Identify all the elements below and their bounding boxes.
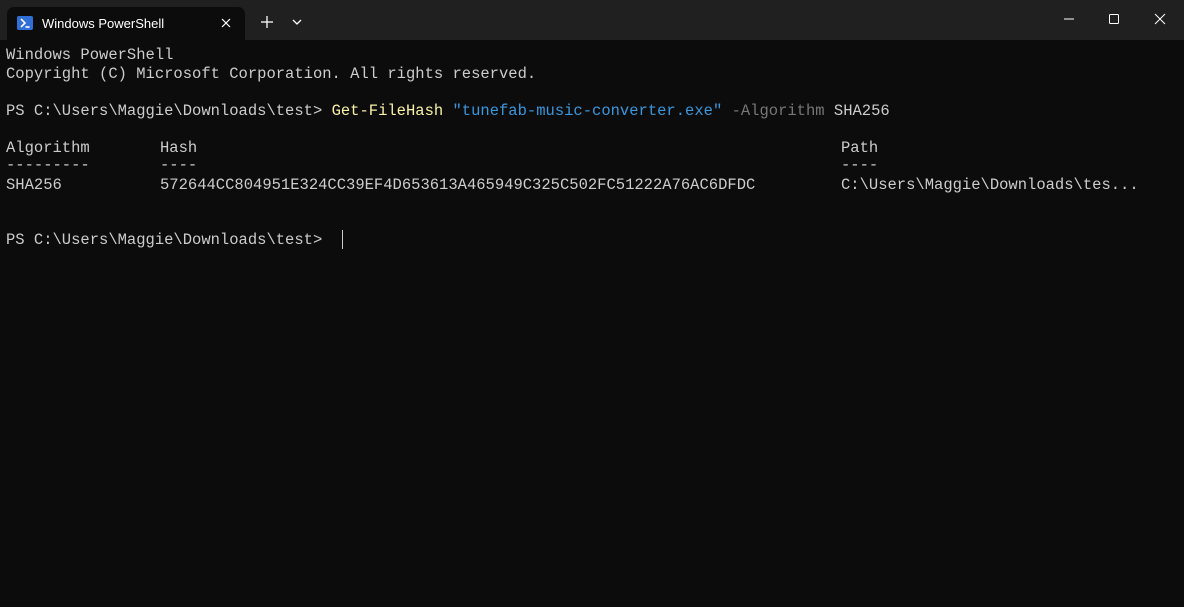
copyright-line: Copyright (C) Microsoft Corporation. All… [6,65,537,83]
prompt: PS C:\Users\Maggie\Downloads\test> [6,102,332,120]
new-tab-button[interactable] [255,10,279,34]
minimize-button[interactable] [1046,0,1092,38]
command-parameter: -Algorithm [731,102,825,120]
title-bar: Windows PowerShell [0,0,1184,40]
table-underline-algorithm: --------- [6,156,90,174]
tab-windows-powershell[interactable]: Windows PowerShell [7,7,245,40]
command-parameter-value: SHA256 [833,102,890,120]
tab-title: Windows PowerShell [42,16,165,31]
powershell-icon [17,16,33,30]
command-line: PS C:\Users\Maggie\Downloads\test> Get-F… [6,102,890,121]
prompt-line: PS C:\Users\Maggie\Downloads\test> [6,231,332,249]
table-cell-path: C:\Users\Maggie\Downloads\tes... [841,176,1139,194]
table-cell-algorithm: SHA256 [6,176,62,194]
table-cell-hash: 572644CC804951E324CC39EF4D653613A465949C… [160,176,756,194]
window-close-button[interactable] [1137,0,1183,38]
maximize-icon [1109,14,1119,24]
terminal-output[interactable]: Windows PowerShell Copyright (C) Microso… [0,40,1184,607]
maximize-button[interactable] [1091,0,1137,38]
chevron-down-icon [292,19,302,25]
command-argument: "tunefab-music-converter.exe" [452,102,723,120]
table-underline-path: ---- [841,156,879,174]
minimize-icon [1064,18,1074,20]
close-icon [1154,13,1166,25]
close-icon[interactable] [217,14,235,32]
plus-icon [261,16,273,28]
command-name: Get-FileHash [331,102,444,120]
tab-dropdown-button[interactable] [287,12,307,32]
text-cursor [342,230,343,249]
table-underline-hash: ---- [160,156,198,174]
banner-line: Windows PowerShell [6,46,174,64]
